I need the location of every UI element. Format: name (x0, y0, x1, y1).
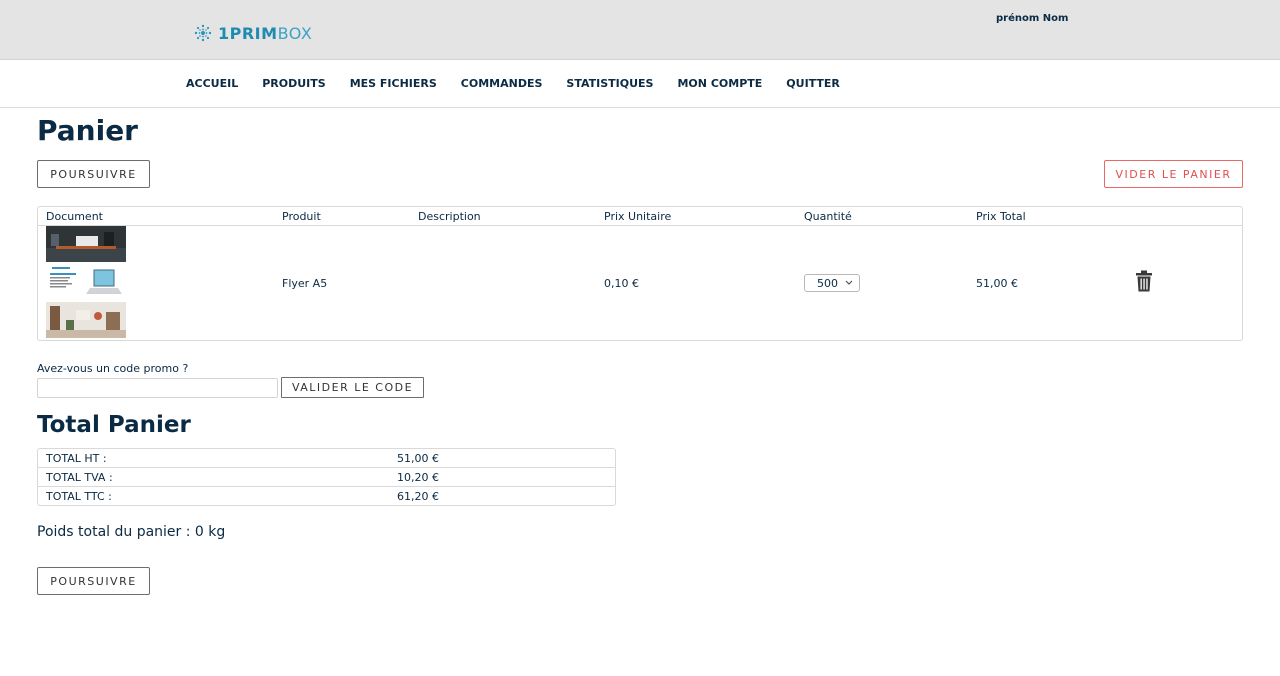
main-nav: ACCUEIL PRODUITS MES FICHIERS COMMANDES … (0, 60, 1280, 108)
continue-button-bottom[interactable]: POURSUIVRE (37, 567, 150, 595)
totals-value: 51,00 € (397, 452, 439, 465)
quantity-select[interactable]: 500 (804, 274, 860, 292)
totals-row-tva: TOTAL TVA : 10,20 € (38, 468, 615, 487)
column-header-quantite: Quantité (804, 210, 852, 223)
totals-value: 61,20 € (397, 490, 439, 503)
top-bar: 1PRIMBOX prénom Nom (0, 0, 1280, 60)
totals-label: TOTAL HT : (46, 452, 107, 465)
user-name[interactable]: prénom Nom (996, 13, 1068, 24)
nav-item-quitter[interactable]: QUITTER (786, 77, 840, 90)
document-thumbnail[interactable] (46, 226, 126, 262)
column-header-prix-unitaire: Prix Unitaire (604, 210, 672, 223)
cart-row-product: Flyer A5 (282, 277, 328, 290)
nav-item-commandes[interactable]: COMMANDES (461, 77, 543, 90)
cart-table: Document Produit Description Prix Unitai… (37, 206, 1243, 341)
chevron-down-icon (845, 280, 853, 285)
continue-button-top[interactable]: POURSUIVRE (37, 160, 150, 188)
column-header-document: Document (46, 210, 103, 223)
logo[interactable]: 1PRIMBOX (192, 21, 312, 45)
totals-table: TOTAL HT : 51,00 € TOTAL TVA : 10,20 € T… (37, 448, 616, 506)
nav-item-mes-fichiers[interactable]: MES FICHIERS (350, 77, 437, 90)
column-header-description: Description (418, 210, 481, 223)
column-header-prix-total: Prix Total (976, 210, 1026, 223)
cart-row-unit-price: 0,10 € (604, 277, 639, 290)
logo-text-light: BOX (277, 23, 313, 43)
totals-row-ttc: TOTAL TTC : 61,20 € (38, 487, 615, 506)
quantity-value: 500 (817, 276, 838, 290)
cart-row-total-price: 51,00 € (976, 277, 1018, 290)
promo-code-input[interactable] (37, 378, 278, 398)
document-thumbnail[interactable] (46, 302, 126, 338)
totals-label: TOTAL TTC : (46, 490, 112, 503)
cart-weight: Poids total du panier : 0 kg (37, 524, 226, 540)
column-header-produit: Produit (282, 210, 321, 223)
empty-cart-button[interactable]: VIDER LE PANIER (1104, 160, 1243, 188)
header-divider (38, 225, 1242, 226)
logo-text-bold: 1PRIM (218, 23, 278, 43)
page-title: Panier (37, 114, 138, 147)
totals-label: TOTAL TVA : (46, 471, 113, 484)
nav-item-mon-compte[interactable]: MON COMPTE (677, 77, 762, 90)
nav-item-produits[interactable]: PRODUITS (262, 77, 325, 90)
nav-item-accueil[interactable]: ACCUEIL (186, 77, 238, 90)
promo-label: Avez-vous un code promo ? (37, 362, 189, 375)
totals-value: 10,20 € (397, 471, 439, 484)
validate-code-button[interactable]: VALIDER LE CODE (281, 377, 424, 398)
trash-icon[interactable] (1135, 270, 1153, 292)
totals-title: Total Panier (37, 412, 191, 438)
totals-row-ht: TOTAL HT : 51,00 € (38, 449, 615, 468)
logo-text: 1PRIMBOX (218, 24, 312, 43)
nav-item-statistiques[interactable]: STATISTIQUES (566, 77, 653, 90)
document-thumbnail[interactable] (46, 264, 126, 300)
logo-icon (194, 24, 212, 42)
